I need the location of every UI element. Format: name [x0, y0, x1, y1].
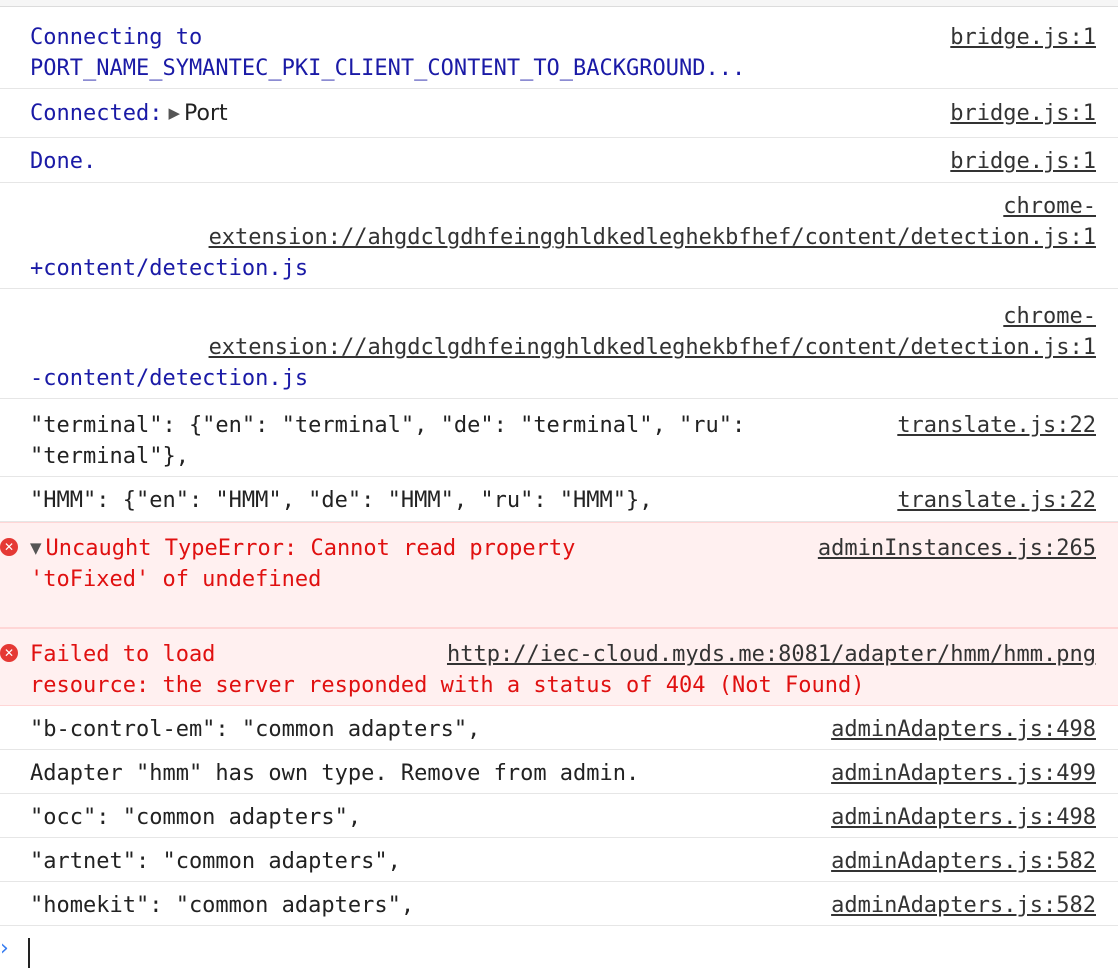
triangle-down-icon[interactable]: ▼ [30, 533, 42, 564]
text-caret [28, 938, 30, 968]
message-text: "HMM": {"en": "HMM", "de": "HMM", "ru": … [30, 488, 653, 513]
message-line: PORT_NAME_SYMANTEC_PKI_CLIENT_CONTENT_TO… [30, 56, 746, 81]
console-prompt[interactable]: › [0, 926, 1118, 976]
error-circle-icon: ✕ [0, 644, 18, 662]
message-text: +content/detection.js [30, 256, 309, 281]
message-text: Done. [30, 149, 97, 174]
triangle-right-icon[interactable]: ▶ [168, 98, 180, 129]
message-text: Connected: [30, 101, 163, 126]
source-link[interactable]: chrome- extension://ahgdclgdhfeingghldke… [30, 301, 1096, 363]
source-link[interactable]: chrome- extension://ahgdclgdhfeingghldke… [30, 191, 1096, 253]
source-line[interactable]: extension://ahgdclgdhfeingghldkedleghekb… [209, 225, 1096, 250]
source-line[interactable]: extension://ahgdclgdhfeingghldkedleghekb… [209, 335, 1096, 360]
console-messages: bridge.js:1 Connecting to PORT_NAME_SYMA… [0, 7, 1118, 976]
source-line[interactable]: chrome- [1003, 304, 1096, 329]
source-link[interactable]: translate.js:22 [897, 485, 1096, 516]
console-message: chrome- extension://ahgdclgdhfeingghldke… [0, 183, 1118, 289]
source-link[interactable]: adminAdapters.js:582 [831, 890, 1096, 921]
port-object[interactable]: Port [184, 101, 228, 126]
source-link[interactable]: bridge.js:1 [950, 22, 1096, 53]
console-message: bridge.js:1 Done. [0, 138, 1118, 183]
console-message: adminAdapters.js:498 "b-control-em": "co… [0, 706, 1118, 750]
resource-url-link[interactable]: http://iec-cloud.myds.me:8081/adapter/hm… [447, 639, 1096, 670]
source-link[interactable]: adminAdapters.js:582 [831, 846, 1096, 877]
console-message: translate.js:22 "terminal": {"en": "term… [0, 399, 1118, 477]
console-error-message: ✕ http://iec-cloud.myds.me:8081/adapter/… [0, 628, 1118, 706]
source-link[interactable]: adminAdapters.js:499 [831, 758, 1096, 789]
message-line: 'toFixed' of undefined [30, 567, 322, 592]
console-message: translate.js:22 "HMM": {"en": "HMM", "de… [0, 477, 1118, 522]
message-text: "occ": "common adapters", [30, 805, 362, 830]
console-message: adminAdapters.js:499 Adapter "hmm" has o… [0, 750, 1118, 794]
console-message: adminAdapters.js:498 "occ": "common adap… [0, 794, 1118, 838]
message-text: "homekit": "common adapters", [30, 893, 415, 918]
error-circle-icon: ✕ [0, 538, 18, 556]
console-message: adminAdapters.js:582 "homekit": "common … [0, 882, 1118, 926]
message-line: "terminal"}, [30, 444, 189, 469]
message-text: "b-control-em": "common adapters", [30, 717, 481, 742]
message-text: -content/detection.js [30, 366, 309, 391]
console-message: bridge.js:1 Connected: ▶ Port [0, 89, 1118, 138]
source-link[interactable]: bridge.js:1 [950, 146, 1096, 177]
source-link[interactable]: adminAdapters.js:498 [831, 714, 1096, 745]
source-link[interactable]: translate.js:22 [897, 410, 1096, 441]
console-top-border [0, 0, 1118, 7]
message-line: Uncaught TypeError: Cannot read property [45, 536, 576, 561]
source-line[interactable]: chrome- [1003, 194, 1096, 219]
console-message: chrome- extension://ahgdclgdhfeingghldke… [0, 289, 1118, 399]
message-line: Connecting to [30, 25, 203, 50]
chevron-right-icon: › [0, 936, 9, 961]
console-error-message: ✕ adminInstances.js:265 ▼ Uncaught TypeEr… [0, 522, 1118, 628]
message-text: Adapter "hmm" has own type. Remove from … [30, 761, 640, 786]
message-line: resource: the server responded with a st… [30, 673, 865, 698]
source-link[interactable]: bridge.js:1 [950, 98, 1096, 129]
message-text: "artnet": "common adapters", [30, 849, 401, 874]
source-link[interactable]: adminInstances.js:265 [818, 533, 1096, 564]
console-message: adminAdapters.js:582 "artnet": "common a… [0, 838, 1118, 882]
source-link[interactable]: adminAdapters.js:498 [831, 802, 1096, 833]
console-message: bridge.js:1 Connecting to PORT_NAME_SYMA… [0, 7, 1118, 89]
